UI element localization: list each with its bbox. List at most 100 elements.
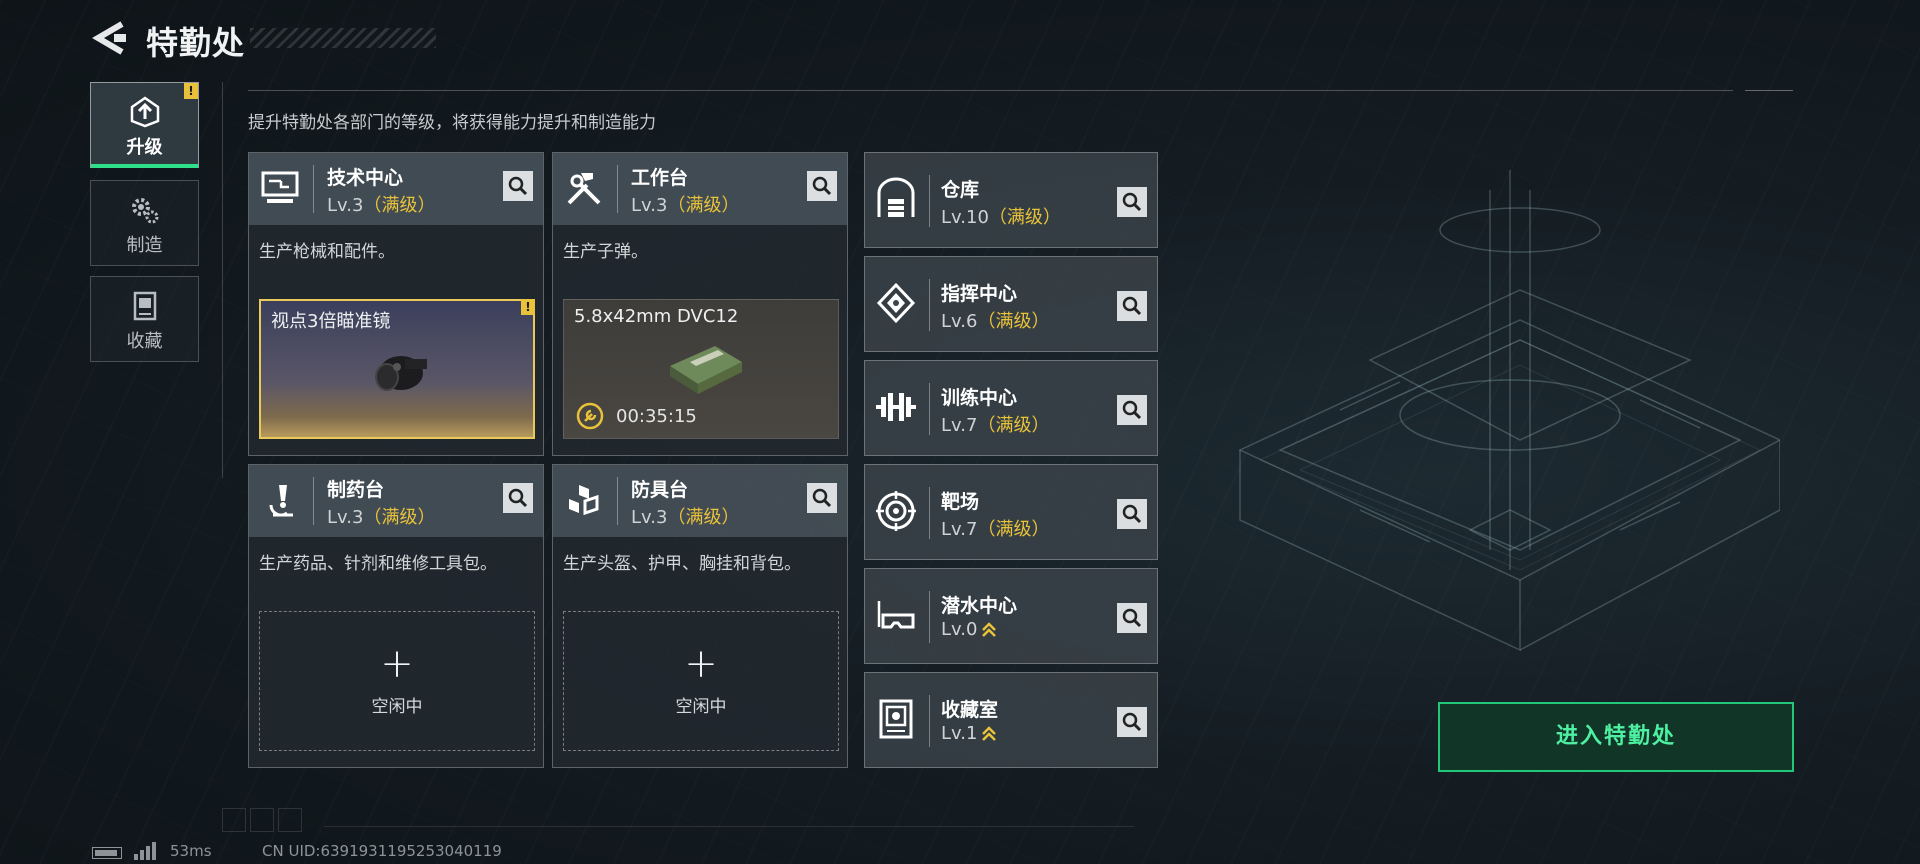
facility-card-tech-center[interactable]: 技术中心 Lv.3（满级） 生产枪械和配件。 视点3倍瞄准镜 ! <box>248 152 544 456</box>
decoration <box>250 808 274 832</box>
facility-card-workbench[interactable]: 工作台 Lv.3（满级） 生产子弹。 5.8x42mm DVC12 00:35:… <box>552 152 848 456</box>
plus-icon: + <box>684 641 718 687</box>
facility-row-collection-room[interactable]: 收藏室 Lv.1 <box>864 672 1158 768</box>
production-item-name: 5.8x42mm DVC12 <box>574 306 739 327</box>
facility-description: 生产子弹。 <box>563 242 648 262</box>
idle-label: 空闲中 <box>371 697 423 717</box>
diving-mask-icon <box>877 601 915 629</box>
target-icon <box>876 491 916 531</box>
nav-tab-collection[interactable]: 收藏 <box>90 276 199 362</box>
divider <box>248 90 1733 91</box>
nav-label: 制造 <box>126 235 163 256</box>
card-header: 工作台 Lv.3（满级） <box>553 153 847 225</box>
idle-label: 空闲中 <box>675 697 727 717</box>
inspect-button[interactable] <box>807 483 837 513</box>
divider <box>222 82 223 478</box>
page-title: 特勤处 <box>146 24 246 62</box>
armor-cubes-icon <box>569 485 599 516</box>
facility-card-armor-bench[interactable]: 防具台 Lv.3（满级） 生产头盔、护甲、胸挂和背包。 + 空闲中 <box>552 464 848 768</box>
add-production-button[interactable]: + 空闲中 <box>563 611 839 751</box>
add-production-button[interactable]: + 空闲中 <box>259 611 535 751</box>
page-subtitle: 提升特勤处各部门的等级，将获得能力提升和制造能力 <box>248 113 656 133</box>
dumbbell-icon <box>876 393 916 421</box>
battery-icon <box>92 847 122 859</box>
inspect-button[interactable] <box>1117 499 1147 529</box>
facility-level: Lv.3（满级） <box>631 195 740 216</box>
facility-description: 生产枪械和配件。 <box>259 242 395 262</box>
enter-facility-button[interactable]: 进入特勤处 <box>1438 702 1794 772</box>
hammer-wrench-icon <box>567 173 601 205</box>
facility-name: 指挥中心 <box>941 283 1018 305</box>
divider <box>324 826 1134 827</box>
inspect-button[interactable] <box>1117 291 1147 321</box>
facility-name: 仓库 <box>941 179 980 201</box>
collection-box-icon <box>133 291 156 321</box>
inspect-button[interactable] <box>503 171 533 201</box>
divider <box>1745 90 1793 91</box>
facility-level: Lv.3（满级） <box>631 507 740 528</box>
card-header: 防具台 Lv.3（满级） <box>553 465 847 537</box>
user-uid: CN UID:6391931195253040119 <box>262 842 502 860</box>
production-timer: 00:35:15 <box>616 406 697 427</box>
alert-badge: ! <box>521 299 535 315</box>
facility-name: 潜水中心 <box>941 595 1018 617</box>
inspect-button[interactable] <box>807 171 837 201</box>
search-icon <box>508 488 528 508</box>
facility-name: 技术中心 <box>327 167 404 189</box>
card-header: 技术中心 Lv.3（满级） <box>249 153 543 225</box>
facility-row-training-center[interactable]: 训练中心 Lv.7（满级） <box>864 360 1158 456</box>
search-icon <box>1122 296 1142 316</box>
search-icon <box>812 488 832 508</box>
inspect-button[interactable] <box>503 483 533 513</box>
signal-icon <box>134 842 156 860</box>
ammo-box-icon <box>670 346 742 394</box>
alert-badge: ! <box>184 83 198 99</box>
monitor-icon <box>261 171 299 203</box>
nav-label: 升级 <box>126 137 163 158</box>
facility-card-pharmacy[interactable]: 制药台 Lv.3（满级） 生产药品、针剂和维修工具包。 + 空闲中 <box>248 464 544 768</box>
facility-name: 制药台 <box>327 479 385 501</box>
search-icon <box>812 176 832 196</box>
facility-level: Lv.10（满级） <box>941 207 1061 228</box>
upgrade-chevron-icon <box>982 726 997 741</box>
inspect-button[interactable] <box>1117 707 1147 737</box>
wrench-timer-icon <box>576 402 604 430</box>
microscope-icon <box>269 485 293 517</box>
nav-tab-craft[interactable]: 制造 <box>90 180 199 266</box>
facility-level: Lv.7（满级） <box>941 415 1050 436</box>
search-icon <box>508 176 528 196</box>
search-icon <box>1122 608 1142 628</box>
upgrade-icon <box>130 96 159 128</box>
facility-row-shooting-range[interactable]: 靶场 Lv.7（满级） <box>864 464 1158 560</box>
inspect-button[interactable] <box>1117 603 1147 633</box>
card-header: 制药台 Lv.3（满级） <box>249 465 543 537</box>
title-decoration <box>250 28 436 48</box>
upgrade-chevron-icon <box>982 622 997 637</box>
facility-level: Lv.3（满级） <box>327 507 436 528</box>
warehouse-icon <box>877 177 915 217</box>
gears-icon <box>131 198 158 224</box>
production-slot[interactable]: 5.8x42mm DVC12 00:35:15 <box>563 299 839 439</box>
search-icon <box>1122 400 1142 420</box>
decoration <box>278 808 302 832</box>
facility-row-warehouse[interactable]: 仓库 Lv.10（满级） <box>864 152 1158 248</box>
facility-level: Lv.6（满级） <box>941 311 1050 332</box>
facility-row-command-center[interactable]: 指挥中心 Lv.6（满级） <box>864 256 1158 352</box>
ping-readout: 53ms <box>170 842 212 860</box>
inspect-button[interactable] <box>1117 395 1147 425</box>
collection-cabinet-icon <box>879 699 913 739</box>
production-slot[interactable]: 视点3倍瞄准镜 ! <box>259 299 535 439</box>
command-chip-icon <box>876 282 916 324</box>
nav-tab-upgrade[interactable]: 升级 ! <box>90 82 199 168</box>
search-icon <box>1122 192 1142 212</box>
facility-name: 靶场 <box>941 491 980 513</box>
facility-level: Lv.3（满级） <box>327 195 436 216</box>
production-item-name: 视点3倍瞄准镜 <box>271 311 391 332</box>
inspect-button[interactable] <box>1117 187 1147 217</box>
nav-label: 收藏 <box>126 331 163 352</box>
base-illustration <box>1238 170 1780 652</box>
facility-name: 训练中心 <box>941 387 1018 409</box>
back-arrow-icon[interactable] <box>92 20 126 56</box>
facility-description: 生产头盔、护甲、胸挂和背包。 <box>563 554 801 574</box>
facility-row-diving-center[interactable]: 潜水中心 Lv.0 <box>864 568 1158 664</box>
